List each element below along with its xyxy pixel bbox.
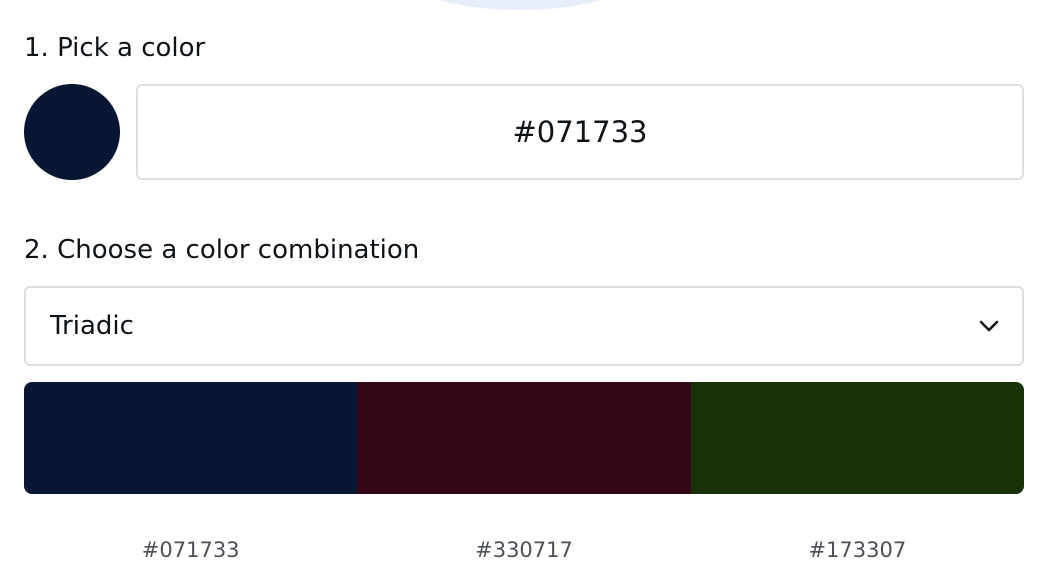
palette-bar [24,382,1024,494]
palette-labels: #071733 #330717 #173307 [24,534,1024,566]
combination-select[interactable]: Triadic [24,286,1024,366]
decorative-arc [420,0,620,10]
combination-select-value: Triadic [50,311,134,341]
hex-color-input[interactable] [136,84,1024,180]
palette-swatch-1[interactable] [24,382,358,494]
step-2-heading: 2. Choose a color combination [24,235,420,265]
palette-swatch-3[interactable] [690,382,1024,494]
palette-label-3[interactable]: #173307 [691,534,1024,566]
palette-swatch-2[interactable] [357,382,691,494]
palette-label-2[interactable]: #330717 [357,534,690,566]
palette-label-1[interactable]: #071733 [24,534,357,566]
color-swatch-picker[interactable] [24,84,120,180]
color-combination-tool: 1. Pick a color 2. Choose a color combin… [0,0,1042,580]
step-1-heading: 1. Pick a color [24,33,206,63]
chevron-down-icon [979,320,999,332]
